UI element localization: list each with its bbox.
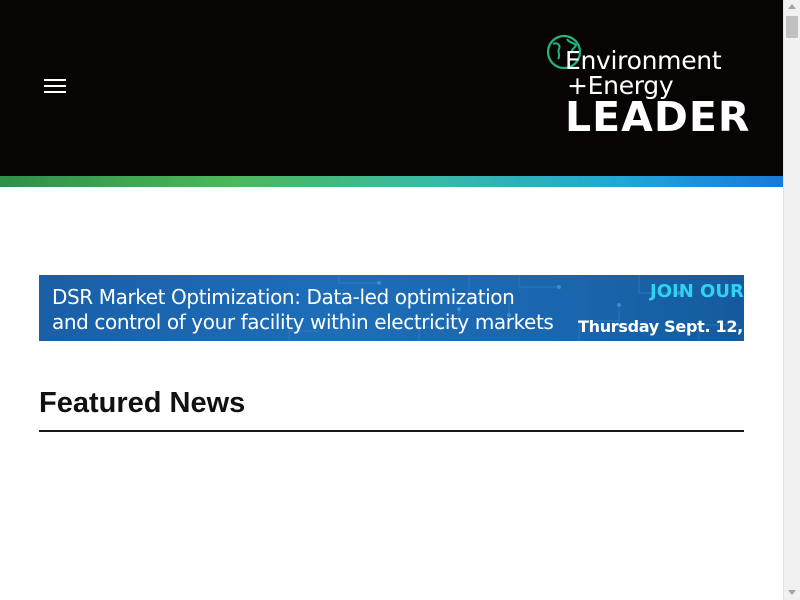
featured-news-heading: Featured News xyxy=(39,387,246,419)
section-divider xyxy=(39,430,744,432)
hamburger-menu-button[interactable] xyxy=(44,78,66,94)
scroll-up-arrow-icon[interactable] xyxy=(788,4,796,9)
vertical-scrollbar[interactable] xyxy=(783,0,800,600)
site-header: Environment +Energy LEADER xyxy=(0,0,783,176)
menu-bar-bottom xyxy=(44,91,66,93)
webinar-ad-banner[interactable]: DSR Market Optimization: Data-led optimi… xyxy=(39,275,744,341)
menu-bar-middle xyxy=(44,85,66,87)
banner-date-text: Thursday Sept. 12, xyxy=(578,317,743,336)
logo-text-leader: LEADER xyxy=(565,93,751,141)
banner-headline-line1: DSR Market Optimization: Data-led optimi… xyxy=(52,285,515,309)
menu-bar-top xyxy=(44,79,66,81)
site-logo[interactable]: Environment +Energy LEADER xyxy=(545,33,751,141)
page: Environment +Energy LEADER DSR Market Op… xyxy=(0,0,783,600)
scroll-down-arrow-icon[interactable] xyxy=(788,590,796,595)
banner-cta-text: JOIN OUR xyxy=(650,281,744,302)
banner-headline-line2: and control of your facility within elec… xyxy=(52,310,554,334)
scroll-thumb[interactable] xyxy=(786,16,798,38)
header-gradient-divider xyxy=(0,176,783,187)
